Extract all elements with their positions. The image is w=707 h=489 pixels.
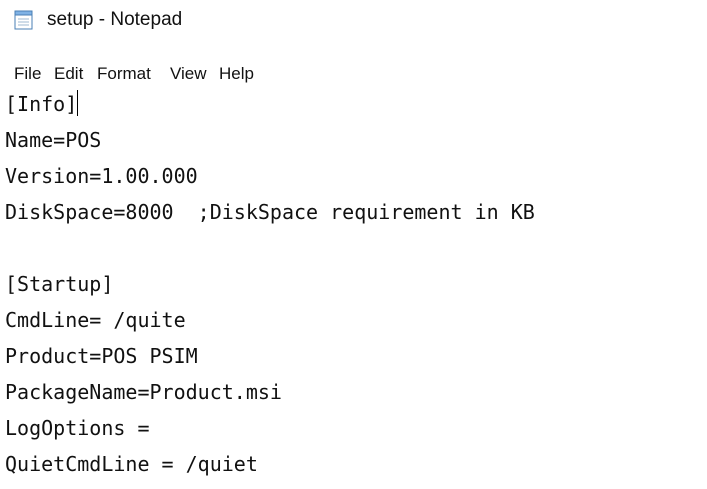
menu-help[interactable]: Help [219, 60, 254, 88]
text-line: Version=1.00.000 [5, 164, 198, 188]
menu-edit[interactable]: Edit [54, 60, 83, 88]
notepad-icon [14, 10, 33, 30]
text-line: [Startup] [5, 272, 114, 296]
text-line: CmdLine= /quite [5, 308, 186, 332]
menu-bar: File Edit Format View Help [0, 60, 707, 90]
notepad-window: setup - Notepad File Edit Format View He… [0, 0, 707, 489]
menu-file[interactable]: File [14, 60, 41, 88]
text-line: QuietCmdLine = /quiet [5, 452, 258, 476]
title-bar[interactable]: setup - Notepad [0, 0, 707, 44]
window-title: setup - Notepad [47, 9, 183, 30]
text-line: LogOptions = [5, 416, 150, 440]
text-line-content: [Info] [5, 92, 78, 116]
menu-view[interactable]: View [170, 60, 207, 88]
text-editor[interactable]: [Info] Name=POS Version=1.00.000 DiskSpa… [0, 90, 707, 489]
text-line: Product=POS PSIM [5, 344, 198, 368]
text-line: Name=POS [5, 128, 102, 152]
menu-format[interactable]: Format [97, 60, 151, 88]
text-line: [Info] [5, 90, 79, 118]
text-line: DiskSpace=8000 ;DiskSpace requirement in… [5, 200, 535, 224]
text-line: PackageName=Product.msi [5, 380, 282, 404]
text-caret [77, 90, 79, 116]
